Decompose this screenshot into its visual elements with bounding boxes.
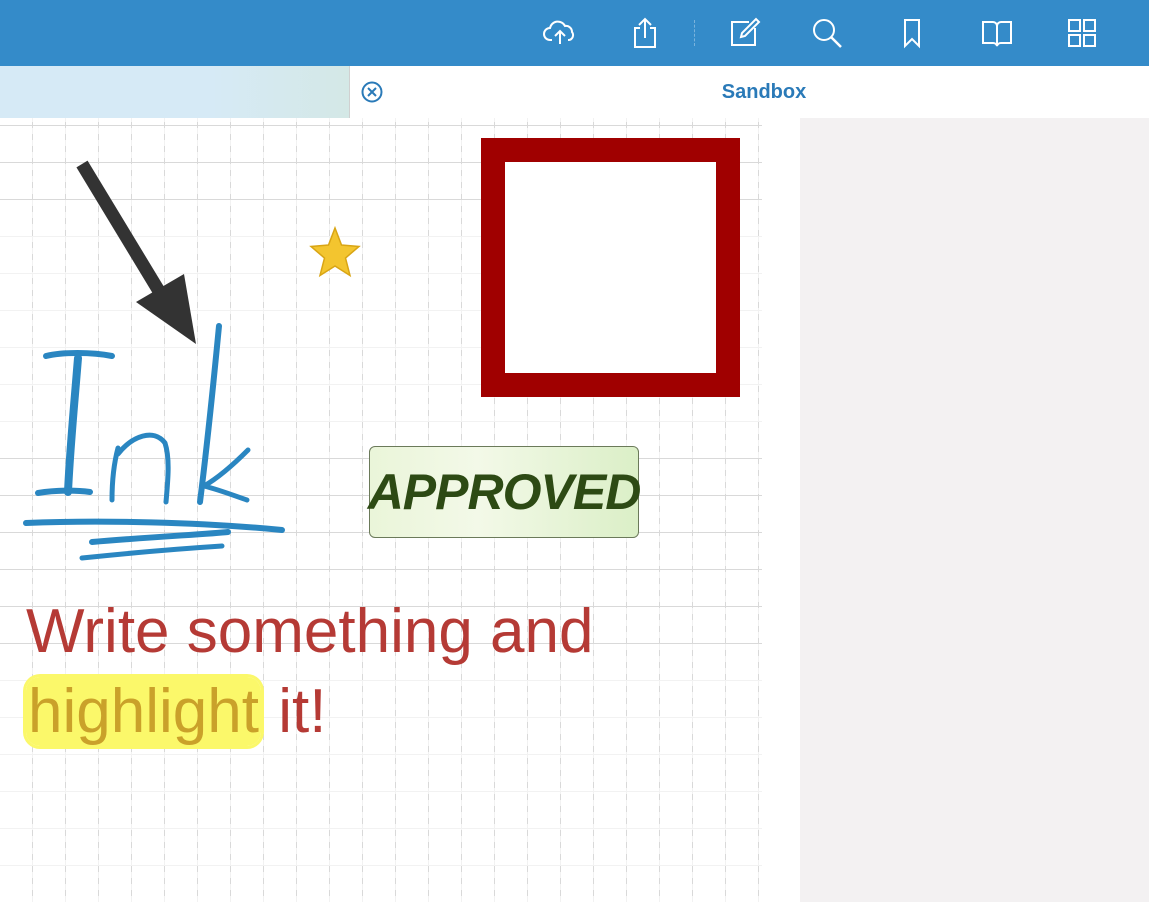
document-page[interactable]: APPROVED Write something and highlight i…: [0, 118, 800, 902]
right-empty-pane: [800, 118, 1149, 902]
approved-stamp[interactable]: APPROVED: [367, 446, 642, 538]
arrow-annotation[interactable]: [76, 160, 196, 344]
tab-strip: Sandbox: [0, 66, 1149, 119]
star-icon[interactable]: [309, 225, 361, 278]
book-button[interactable]: [975, 11, 1019, 55]
tab-title: Sandbox: [721, 81, 807, 103]
book-icon: [982, 21, 1012, 47]
bookmark-button[interactable]: [890, 11, 934, 55]
edit-icon: [731, 17, 761, 46]
cloud-upload-button[interactable]: [538, 11, 582, 55]
search-icon: [813, 19, 842, 48]
ink-annotation[interactable]: [23, 323, 285, 561]
free-text-line2: highlight it!: [26, 672, 766, 752]
grid-view-button[interactable]: [1060, 11, 1104, 55]
share-button[interactable]: [623, 11, 667, 55]
tab-inactive[interactable]: [0, 66, 350, 118]
square-annotation[interactable]: [481, 138, 740, 397]
grid-icon: [1068, 19, 1096, 47]
stamp-text: APPROVED: [367, 464, 642, 520]
free-text-annotation[interactable]: Write something and highlight it!: [26, 592, 766, 752]
main-toolbar: [0, 0, 1149, 66]
free-text-rest: it!: [260, 677, 327, 746]
free-text-line1: Write something and: [26, 597, 594, 666]
tab-sandbox[interactable]: Sandbox: [350, 66, 1149, 118]
search-button[interactable]: [805, 11, 849, 55]
toolbar-separator: [694, 20, 695, 46]
bookmark-icon: [904, 19, 920, 49]
edit-button[interactable]: [722, 11, 766, 55]
highlighted-word[interactable]: highlight: [26, 677, 261, 746]
share-icon: [634, 17, 656, 48]
cloud-upload-icon: [543, 20, 575, 44]
